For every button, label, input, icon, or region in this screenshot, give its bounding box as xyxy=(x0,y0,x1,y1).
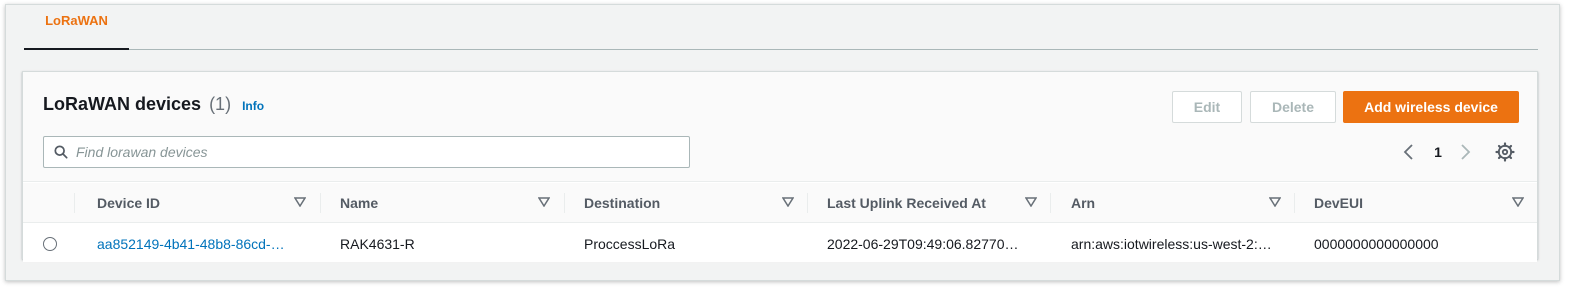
row-select-radio[interactable] xyxy=(43,237,57,251)
column-header-destination[interactable]: Destination xyxy=(584,183,794,223)
tab-lorawan[interactable]: LoRaWAN xyxy=(24,5,129,50)
table-header: Device ID Name Destination Last Uplink R… xyxy=(23,183,1537,223)
last-uplink-cell: 2022-06-29T09:49:06.82770… xyxy=(827,236,1019,252)
previous-page-icon[interactable] xyxy=(1401,142,1417,162)
sort-caret-icon xyxy=(782,197,794,207)
gear-icon[interactable] xyxy=(1495,142,1515,162)
column-label: Destination xyxy=(584,195,661,211)
panel-title: LoRaWAN devices (1) Info xyxy=(43,94,264,115)
destination-cell: ProccessLoRa xyxy=(584,236,676,252)
search-input[interactable] xyxy=(76,137,676,167)
column-separator xyxy=(74,193,75,213)
column-header-arn[interactable]: Arn xyxy=(1071,183,1281,223)
search-box xyxy=(43,136,690,168)
column-label: DevEUI xyxy=(1314,195,1364,211)
column-header-name[interactable]: Name xyxy=(340,183,550,223)
column-separator xyxy=(320,193,321,213)
sort-caret-icon xyxy=(1025,197,1037,207)
column-label: Last Uplink Received At xyxy=(827,195,986,211)
column-separator xyxy=(1294,193,1295,213)
sort-caret-icon xyxy=(538,197,550,207)
arn-cell: arn:aws:iotwireless:us-west-2:… xyxy=(1071,236,1272,252)
device-id-link[interactable]: aa852149-4b41-48b8-86cd-… xyxy=(97,224,312,262)
edit-button[interactable]: Edit xyxy=(1172,91,1242,123)
sort-caret-icon xyxy=(294,197,306,207)
current-page-number[interactable]: 1 xyxy=(1427,142,1449,162)
device-name-cell: RAK4631-R xyxy=(340,236,415,252)
next-page-icon[interactable] xyxy=(1457,142,1473,162)
deveui-cell: 0000000000000000 xyxy=(1314,236,1439,252)
column-header-deveui[interactable]: DevEUI xyxy=(1314,183,1524,223)
search-icon xyxy=(54,145,68,159)
column-separator xyxy=(807,193,808,213)
add-wireless-device-button[interactable]: Add wireless device xyxy=(1343,91,1519,123)
delete-button[interactable]: Delete xyxy=(1250,91,1336,123)
info-link[interactable]: Info xyxy=(242,99,264,113)
device-count: (1) xyxy=(209,94,232,114)
panel-title-text: LoRaWAN devices xyxy=(43,94,202,114)
panel-header: LoRaWAN devices (1) Info Edit Delete Add… xyxy=(23,72,1537,182)
tab-bar: LoRaWAN xyxy=(24,5,1538,50)
devices-panel: LoRaWAN devices (1) Info Edit Delete Add… xyxy=(22,71,1538,262)
column-separator xyxy=(564,193,565,213)
column-header-device-id[interactable]: Device ID xyxy=(97,183,307,223)
column-separator xyxy=(1050,193,1051,213)
column-label: Name xyxy=(340,195,379,211)
column-header-last-uplink[interactable]: Last Uplink Received At xyxy=(827,183,1037,223)
table-row[interactable]: aa852149-4b41-48b8-86cd-… RAK4631-R Proc… xyxy=(23,224,1537,262)
column-label: Device ID xyxy=(97,195,161,211)
app-frame: LoRaWAN LoRaWAN devices (1) Info Edit De… xyxy=(5,4,1560,281)
sort-caret-icon xyxy=(1512,197,1524,207)
sort-caret-icon xyxy=(1269,197,1281,207)
column-label: Arn xyxy=(1071,195,1096,211)
